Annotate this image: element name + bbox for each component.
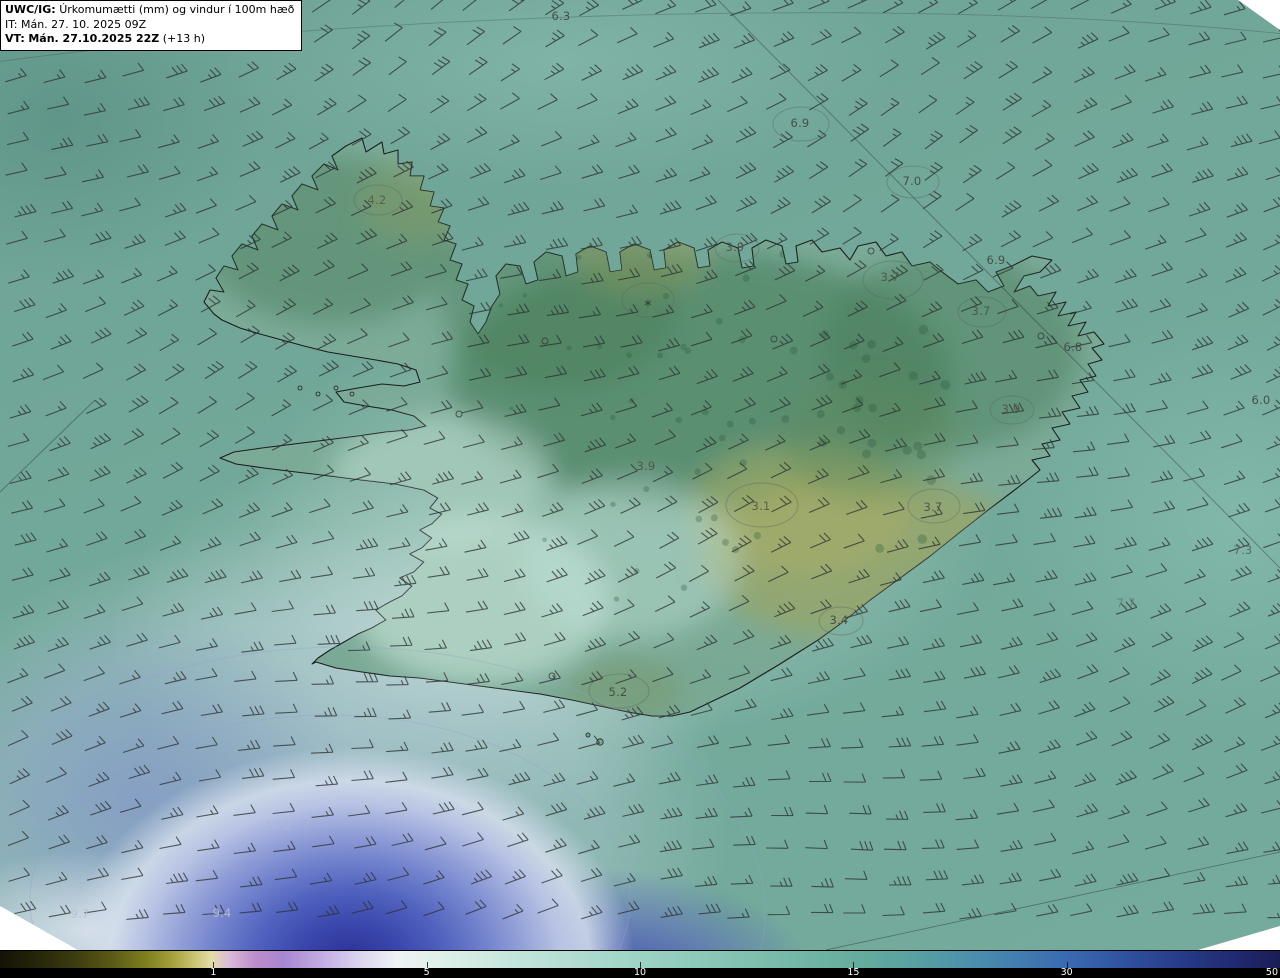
- colorbar: 1 5 10 15 30 50: [0, 950, 1280, 978]
- valid-label: VT:: [5, 32, 25, 46]
- info-line-title: UWC/IG: Úrkomumætti (mm) og vindur í 100…: [5, 3, 294, 18]
- info-line-init: IT: Mán. 27. 10. 2025 09Z: [5, 18, 294, 33]
- model-id: UWC/IG:: [5, 3, 56, 16]
- colorbar-gradient: [0, 950, 1280, 969]
- product-title: Úrkomumætti (mm) og vindur í 100m hæð: [59, 3, 295, 16]
- colorbar-tick-label: 15: [847, 967, 860, 978]
- valid-time: Mán. 27.10.2025 22Z: [28, 32, 160, 46]
- weather-map-page: 6.3 6.9 7.0 4.2 3.9 6.9 3.7 3.7 6.8 6.0 3.9 3.9 3.1 3…: [0, 0, 1280, 978]
- init-time: Mán. 27. 10. 2025 09Z: [20, 17, 147, 31]
- init-label: IT:: [5, 17, 18, 31]
- model-info-box: UWC/IG: Úrkomumætti (mm) og vindur í 100…: [0, 0, 303, 51]
- valid-offset: (+13 h): [162, 32, 206, 46]
- colorbar-tick-label: 5: [423, 967, 430, 978]
- map-canvas: [0, 0, 1280, 950]
- colorbar-tick-label: 1: [210, 967, 217, 978]
- colorbar-tick-label: 10: [633, 967, 647, 978]
- iceland-landmass: [203, 137, 1105, 746]
- colorbar-tick-label: 30: [1060, 967, 1073, 978]
- colorbar-tick-label: 50: [1265, 967, 1278, 978]
- info-line-valid: VT: Mán. 27.10.2025 22Z (+13 h): [5, 32, 294, 47]
- colorbar-labels: 1 5 10 15 30 50: [0, 967, 1280, 978]
